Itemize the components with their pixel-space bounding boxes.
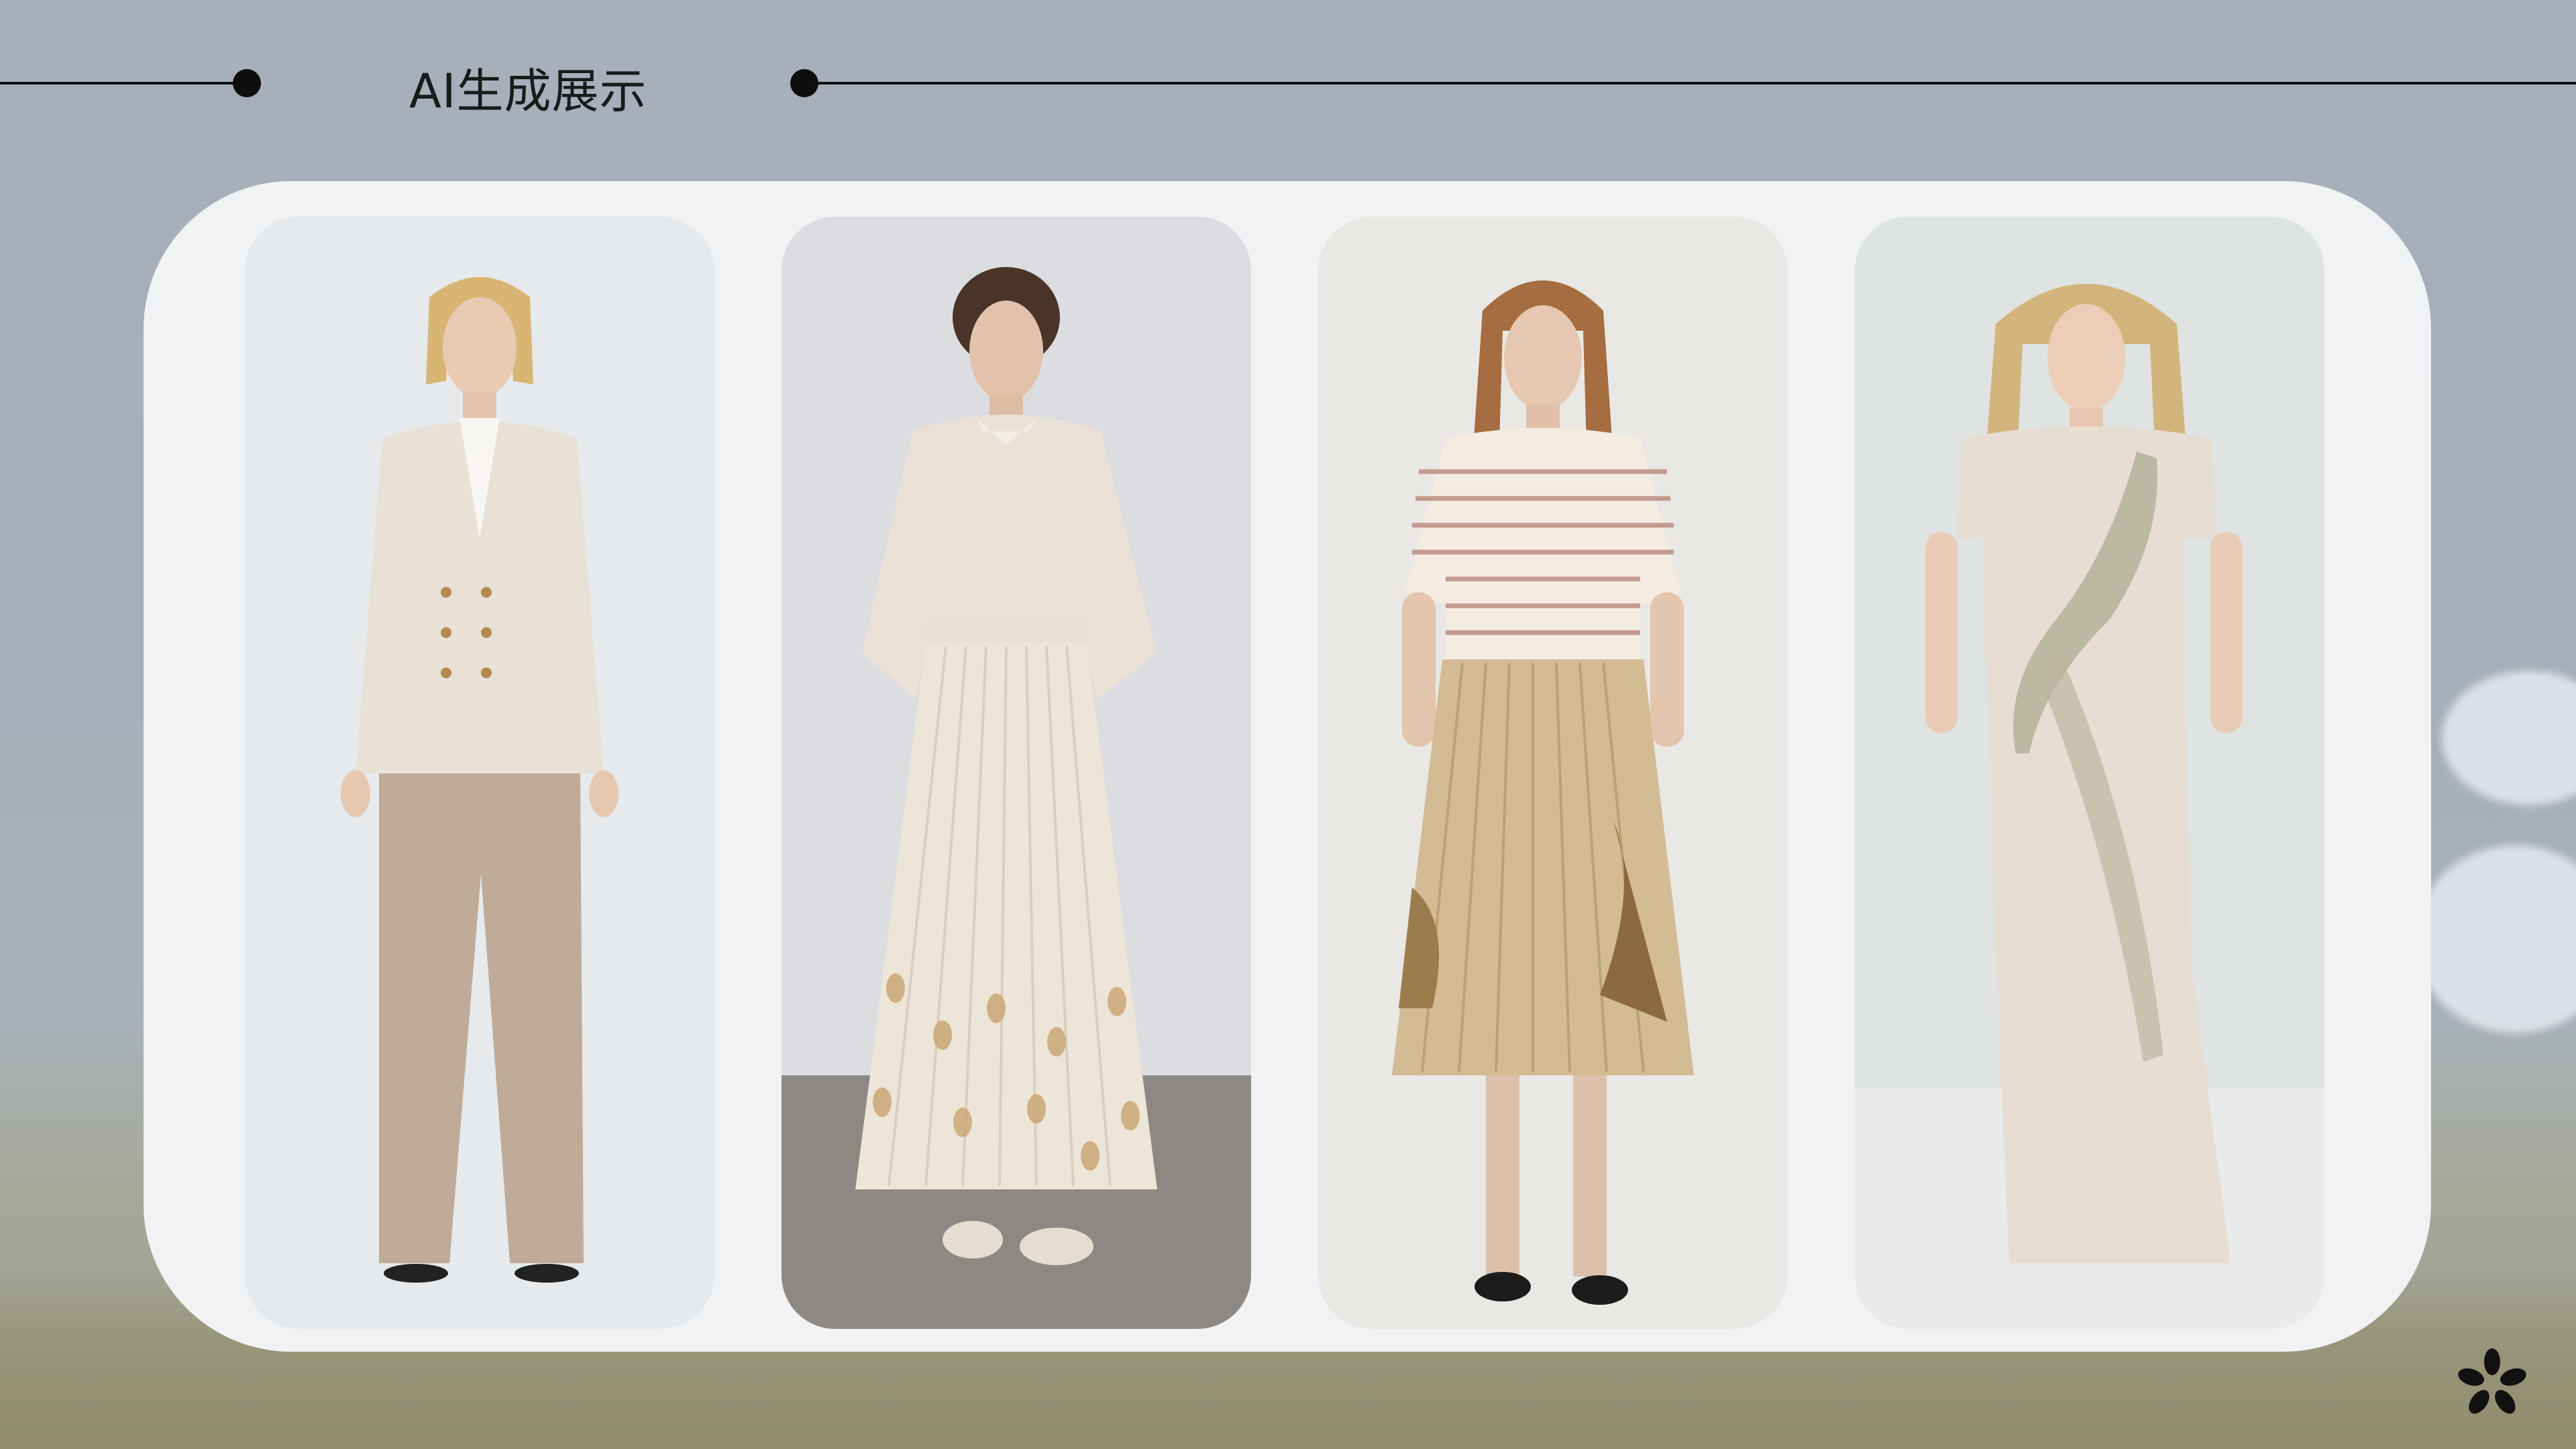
model-pleated-skirt-blouse-image bbox=[782, 217, 1251, 1329]
page-title: AI生成展示 bbox=[409, 64, 647, 119]
model-draped-dress-image bbox=[1855, 217, 2324, 1329]
model-beige-suit-image bbox=[245, 217, 714, 1329]
header-line-right bbox=[805, 82, 2576, 85]
model-striped-cardigan-image bbox=[1318, 217, 1788, 1329]
header-dot-left bbox=[233, 69, 261, 97]
header-line-left bbox=[0, 82, 247, 85]
asterisk-logo-icon bbox=[2458, 1348, 2526, 1414]
